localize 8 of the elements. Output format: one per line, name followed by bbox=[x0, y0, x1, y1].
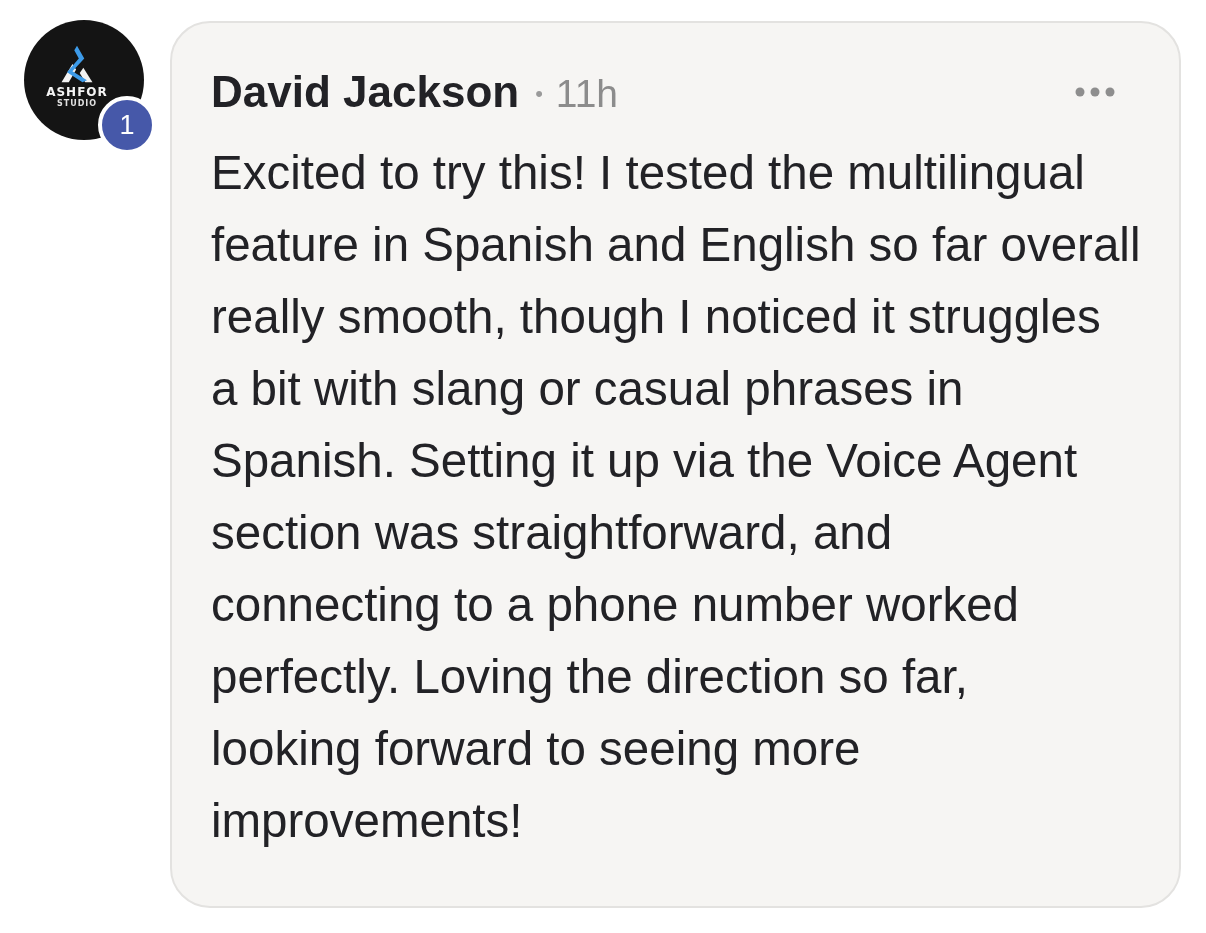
logo-subtext: STUDIO bbox=[56, 99, 98, 108]
logo-icon bbox=[59, 44, 95, 84]
comment-text: Excited to try this! I tested the multilingual feature in Spanish and English so far overall really smooth, though I noticed it struggles a bit with slang or casual phrases in Spanish. Setting it up via the Voice Agent section was straightforward, and connecting to a phone number worked perfectly. Loving the direction so far, looking forward to seeing more improvements! bbox=[211, 145, 1142, 849]
more-icon[interactable] bbox=[1075, 87, 1115, 97]
logo-text: ASHFOR bbox=[46, 86, 108, 99]
author-name[interactable]: David Jackson bbox=[211, 67, 520, 117]
timestamp: 11h bbox=[555, 72, 619, 116]
separator-dot: • bbox=[535, 81, 543, 107]
